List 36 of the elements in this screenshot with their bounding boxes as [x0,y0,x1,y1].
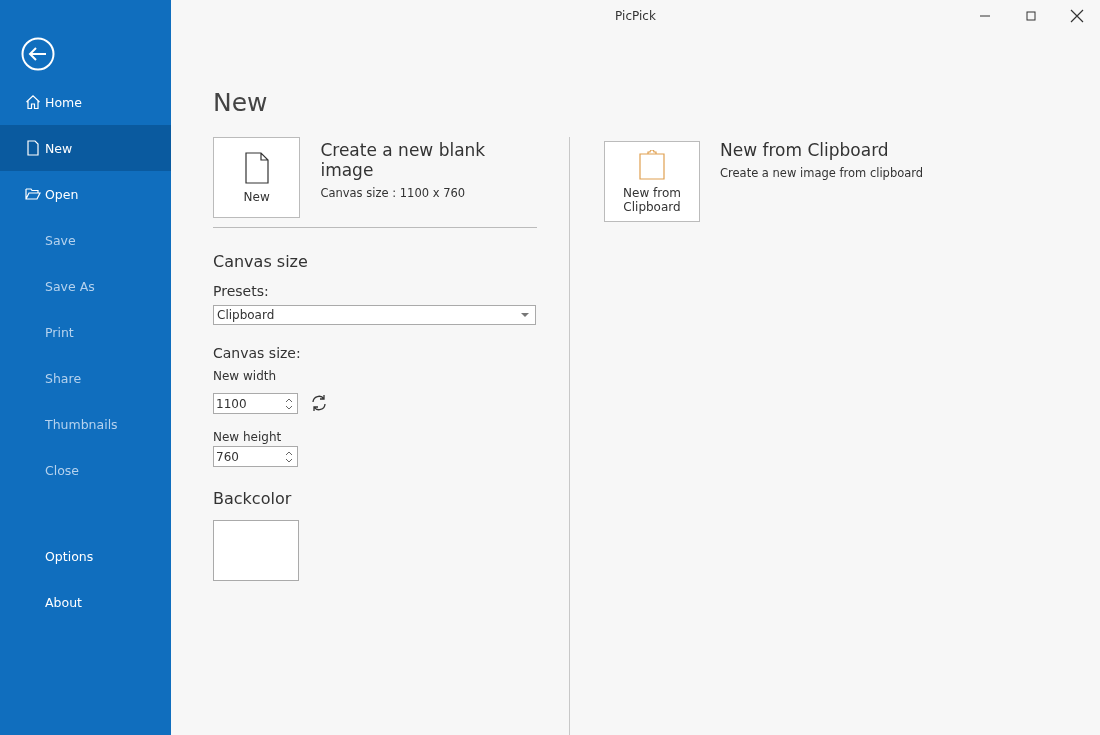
height-spinner[interactable]: 760 [213,446,298,467]
back-button[interactable] [21,37,55,71]
close-icon [1070,9,1084,23]
spinner-arrows-icon [285,449,293,464]
new-from-clipboard-button[interactable]: New from Clipboard [604,141,700,222]
backcolor-swatch[interactable] [213,520,299,581]
document-icon [244,151,269,184]
presets-dropdown[interactable]: Clipboard [213,305,536,325]
page-title: New [213,88,269,117]
document-icon [25,140,41,156]
maximize-icon [1025,10,1037,22]
field-label: New width [213,369,277,383]
new-image-button[interactable]: New [213,137,301,218]
window-title: PicPick [615,9,656,23]
spinner-arrows-icon [285,396,293,411]
field-label: Canvas size: [213,345,301,361]
refresh-icon [310,393,328,412]
section-heading: Canvas size [213,252,308,271]
clipboard-icon [639,149,665,180]
width-spinner[interactable]: 1100 [213,393,298,414]
home-icon [25,94,41,110]
sidebar-item[interactable]: Home [0,79,171,125]
option-title: Create a new blank image [320,140,487,180]
sidebar-item[interactable]: New [0,125,171,171]
sidebar-item[interactable]: Options [0,533,171,579]
sidebar-item[interactable]: About [0,579,171,625]
option-title: New from Clipboard [720,140,890,160]
dropdown-caret-icon [521,312,529,318]
folder-icon [25,186,41,202]
field-label: Presets: [213,283,269,299]
option-description: Canvas size : 1100 x 760 [320,186,467,200]
swap-button[interactable] [310,393,328,412]
option-description: Create a new image from clipboard [720,166,924,180]
field-label: New height [213,430,282,444]
section-heading: Backcolor [213,489,292,508]
sidebar-item[interactable]: Open [0,171,171,217]
